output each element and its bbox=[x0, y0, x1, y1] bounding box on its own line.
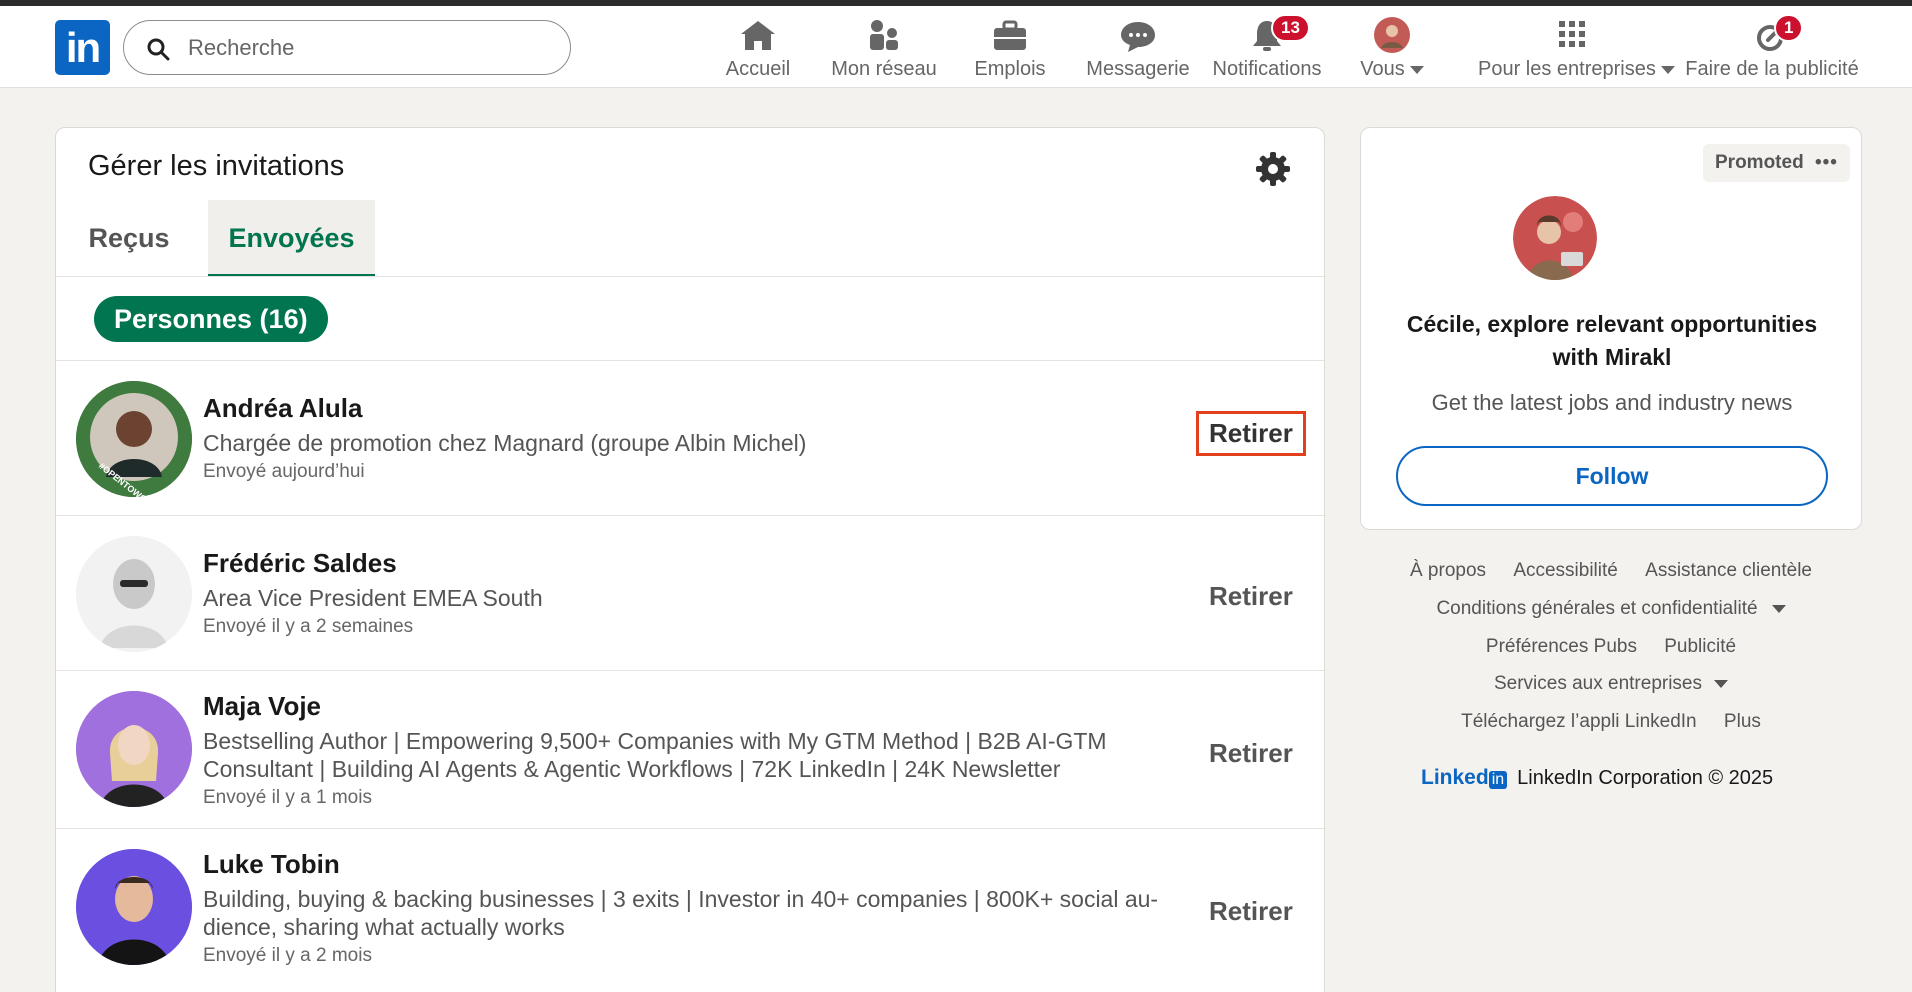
sent-time: Envoyé il y a 2 mois bbox=[203, 945, 372, 966]
nav-messaging[interactable]: Messagerie bbox=[1085, 16, 1191, 86]
avatar bbox=[1513, 196, 1597, 280]
briefcase-icon bbox=[994, 20, 1026, 50]
footer-privacy-label: Conditions générales et confidentialité bbox=[1436, 598, 1758, 619]
nav-advertise[interactable]: 1 Faire de la publicité bbox=[1684, 14, 1860, 86]
avatar[interactable]: #OPENTOWORK bbox=[76, 381, 192, 497]
avatar-icon bbox=[1374, 17, 1410, 53]
footer-help-link[interactable]: Assistance clientèle bbox=[1645, 560, 1812, 581]
ad-title: Cécile, explore relevant opportunities w… bbox=[1406, 311, 1818, 370]
tabs-divider bbox=[56, 276, 1324, 277]
nav-notifications-label: Notifications bbox=[1212, 58, 1322, 80]
advertise-count-badge: 1 bbox=[1774, 14, 1804, 42]
footer-ad-prefs-link[interactable]: Préférences Pubs bbox=[1486, 636, 1637, 657]
footer-brand: Linked in LinkedIn Corporation © 2025 bbox=[1421, 766, 1773, 790]
person-headline: Building, buying & backing businesses | … bbox=[203, 886, 1159, 940]
nav-business-label: Pour les entreprises bbox=[1478, 58, 1656, 80]
footer-advertising-link[interactable]: Publicité bbox=[1664, 636, 1736, 657]
footer-business-services-label: Services aux entreprises bbox=[1493, 673, 1703, 694]
tab-received[interactable]: Reçus bbox=[74, 200, 184, 277]
grid-icon bbox=[1559, 21, 1585, 47]
ad-subtitle: Get the latest jobs and industry news bbox=[1431, 390, 1793, 415]
invitations-card: Gérer les invitations Reçus Envoyées Per… bbox=[55, 127, 1325, 992]
person-headline: Bestselling Author | Empowering 9,500+ C… bbox=[203, 728, 1107, 782]
more-options-icon[interactable]: ••• bbox=[1815, 152, 1838, 173]
search-input[interactable] bbox=[188, 31, 548, 65]
sent-time: Envoyé aujourd’hui bbox=[203, 461, 365, 482]
promoted-label[interactable]: Promoted ••• bbox=[1703, 144, 1850, 182]
person-headline: Area Vice President EMEA South bbox=[203, 585, 543, 611]
avatar-photo bbox=[76, 849, 192, 965]
footer-accessibility-link[interactable]: Accessibilité bbox=[1513, 560, 1618, 581]
nav-home-label: Accueil bbox=[725, 58, 791, 80]
nav-messaging-label: Messagerie bbox=[1086, 58, 1190, 80]
avatar-photo bbox=[1513, 196, 1597, 280]
avatar[interactable] bbox=[76, 849, 192, 965]
avatar-photo: #OPENTOWORK bbox=[76, 381, 192, 497]
invitation-row: #OPENTOWORK Andréa Alula Chargée de prom… bbox=[56, 360, 1324, 515]
withdraw-button[interactable]: Retirer bbox=[1196, 731, 1306, 776]
nav-advertise-label: Faire de la publicité bbox=[1685, 58, 1859, 80]
promoted-card: Promoted ••• Cécile, explore relevant op… bbox=[1360, 127, 1862, 530]
nav-jobs-label: Emplois bbox=[974, 58, 1046, 80]
sent-time: Envoyé il y a 2 semaines bbox=[203, 616, 414, 637]
messaging-icon bbox=[1121, 22, 1155, 52]
nav-me[interactable]: Vous bbox=[1350, 16, 1434, 86]
nav-jobs[interactable]: Emplois bbox=[970, 16, 1050, 86]
person-name[interactable]: Maja Voje bbox=[203, 691, 321, 722]
linkedin-wordmark: Linked bbox=[1421, 766, 1489, 789]
network-icon bbox=[870, 20, 898, 50]
nav-network-label: Mon réseau bbox=[831, 58, 937, 80]
follow-button[interactable]: Follow bbox=[1396, 446, 1828, 506]
withdraw-button[interactable]: Retirer bbox=[1196, 574, 1306, 619]
chevron-down-icon bbox=[1714, 679, 1729, 688]
person-name[interactable]: Andréa Alula bbox=[203, 393, 362, 424]
footer-business-services-link[interactable]: Services aux entreprises bbox=[1493, 673, 1729, 694]
avatar-photo bbox=[76, 691, 192, 807]
copyright-text: LinkedIn Corporation © 2025 bbox=[1517, 767, 1774, 789]
linkedin-logo-icon: in bbox=[1488, 771, 1508, 789]
nav-notifications[interactable]: 13 Notifications bbox=[1206, 14, 1328, 86]
chevron-down-icon bbox=[1771, 604, 1786, 613]
home-icon bbox=[741, 21, 775, 50]
me-avatar bbox=[1372, 16, 1412, 54]
promoted-text: Promoted bbox=[1715, 152, 1804, 173]
search-icon bbox=[147, 38, 170, 61]
notifications-icon-wrap: 13 bbox=[1247, 14, 1310, 54]
withdraw-button[interactable]: Retirer bbox=[1196, 889, 1306, 934]
footer-about-link[interactable]: À propos bbox=[1410, 560, 1486, 581]
invitations-title: Gérer les invitations bbox=[88, 150, 345, 182]
notifications-count-badge: 13 bbox=[1271, 14, 1310, 42]
person-name[interactable]: Frédéric Saldes bbox=[203, 548, 397, 579]
filter-pill-people[interactable]: Personnes (16) bbox=[94, 296, 328, 342]
avatar[interactable] bbox=[76, 691, 192, 807]
nav-home[interactable]: Accueil bbox=[718, 16, 798, 86]
invitation-row: Luke Tobin Building, buying & backing bu… bbox=[56, 828, 1324, 986]
nav-business[interactable]: Pour les entreprises bbox=[1478, 16, 1675, 86]
chevron-down-icon bbox=[1409, 65, 1424, 74]
withdraw-button[interactable]: Retirer bbox=[1196, 411, 1306, 456]
gear-icon[interactable] bbox=[1254, 150, 1292, 188]
advertise-icon-wrap: 1 bbox=[1752, 14, 1804, 54]
invitation-row: Frédéric Saldes Area Vice President EMEA… bbox=[56, 515, 1324, 670]
footer-more-link[interactable]: Plus bbox=[1724, 711, 1761, 732]
avatar-photo bbox=[76, 536, 192, 652]
avatar[interactable] bbox=[76, 536, 192, 652]
top-navbar: in Accueil Mon réseau Emplois bbox=[0, 6, 1912, 88]
nav-network[interactable]: Mon réseau bbox=[826, 16, 942, 86]
footer-privacy-link[interactable]: Conditions générales et confidentialité bbox=[1436, 598, 1786, 619]
footer-get-app-link[interactable]: Téléchargez l’appli LinkedIn bbox=[1461, 711, 1697, 732]
chevron-down-icon bbox=[1660, 65, 1675, 74]
person-headline: Chargée de promotion chez Magnard (group… bbox=[203, 430, 807, 456]
linkedin-logo-icon[interactable]: in bbox=[55, 20, 110, 75]
invitation-row: Maja Voje Bestselling Author | Empowerin… bbox=[56, 670, 1324, 828]
sent-time: Envoyé il y a 1 mois bbox=[203, 787, 372, 808]
search-bar[interactable] bbox=[123, 20, 571, 75]
nav-me-label: Vous bbox=[1360, 58, 1405, 80]
person-name[interactable]: Luke Tobin bbox=[203, 849, 340, 880]
tab-sent[interactable]: Envoyées bbox=[208, 200, 375, 277]
